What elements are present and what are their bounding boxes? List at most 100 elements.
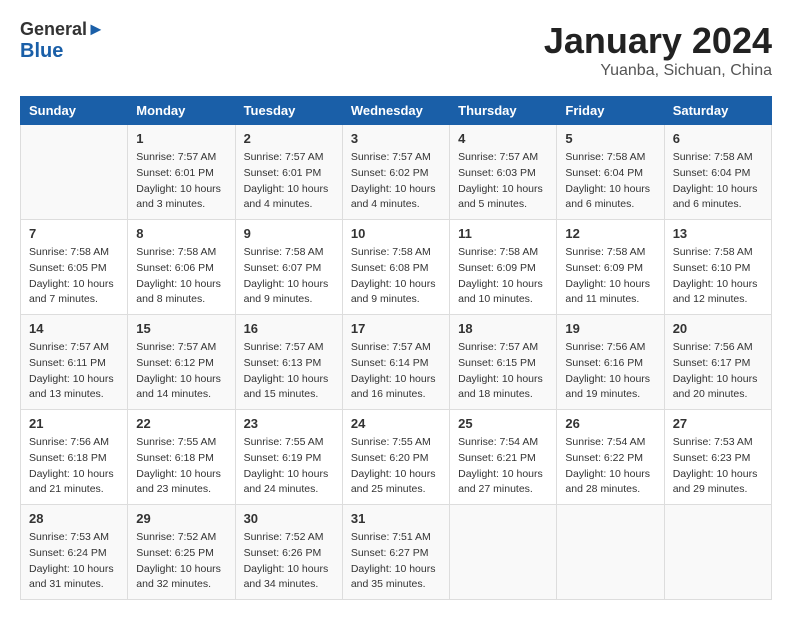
logo-blue: Blue — [20, 40, 105, 62]
day-number: 17 — [351, 321, 441, 336]
col-header-tuesday: Tuesday — [235, 97, 342, 125]
day-number: 26 — [565, 416, 655, 431]
day-cell: 29Sunrise: 7:52 AMSunset: 6:25 PMDayligh… — [128, 505, 235, 600]
day-cell — [664, 505, 771, 600]
day-number: 31 — [351, 511, 441, 526]
day-cell: 1 Sunrise: 7:57 AMSunset: 6:01 PMDaylight… — [128, 125, 235, 220]
day-info: Sunrise: 7:56 AMSunset: 6:18 PMDaylight:… — [29, 435, 119, 498]
day-cell: 9 Sunrise: 7:58 AMSunset: 6:07 PMDaylight… — [235, 220, 342, 315]
location: Yuanba, Sichuan, China — [544, 62, 772, 80]
day-info: Sunrise: 7:55 AMSunset: 6:18 PMDaylight:… — [136, 435, 226, 498]
day-number: 5 — [565, 131, 655, 146]
day-info: Sunrise: 7:58 AMSunset: 6:09 PMDaylight:… — [565, 245, 655, 308]
day-number: 13 — [673, 226, 763, 241]
week-row-1: 1 Sunrise: 7:57 AMSunset: 6:01 PMDaylight… — [21, 125, 772, 220]
day-info: Sunrise: 7:58 AMSunset: 6:04 PMDaylight:… — [565, 150, 655, 213]
day-info: Sunrise: 7:55 AMSunset: 6:19 PMDaylight:… — [244, 435, 334, 498]
day-cell: 14Sunrise: 7:57 AMSunset: 6:11 PMDayligh… — [21, 315, 128, 410]
day-cell: 6Sunrise: 7:58 AMSunset: 6:04 PMDaylight… — [664, 125, 771, 220]
day-cell: 18 Sunrise: 7:57 AMSunset: 6:15 PMDayligh… — [450, 315, 557, 410]
day-info: Sunrise: 7:57 AMSunset: 6:13 PMDaylight:… — [244, 340, 334, 403]
day-info: Sunrise: 7:57 AMSunset: 6:01 PMDaylight:… — [136, 150, 226, 213]
day-number: 4 — [458, 131, 548, 146]
title-area: January 2024 Yuanba, Sichuan, China — [544, 20, 772, 80]
day-number: 6 — [673, 131, 763, 146]
day-cell: 13 Sunrise: 7:58 AMSunset: 6:10 PMDayligh… — [664, 220, 771, 315]
day-cell: 7 Sunrise: 7:58 AMSunset: 6:05 PMDaylight… — [21, 220, 128, 315]
day-cell: 16 Sunrise: 7:57 AMSunset: 6:13 PMDayligh… — [235, 315, 342, 410]
day-number: 28 — [29, 511, 119, 526]
logo-general: General► — [20, 20, 105, 40]
day-cell: 11Sunrise: 7:58 AMSunset: 6:09 PMDayligh… — [450, 220, 557, 315]
day-info: Sunrise: 7:53 AMSunset: 6:23 PMDaylight:… — [673, 435, 763, 498]
day-number: 21 — [29, 416, 119, 431]
day-info: Sunrise: 7:58 AMSunset: 6:06 PMDaylight:… — [136, 245, 226, 308]
logo-icon-shape: ► — [87, 19, 105, 39]
day-info: Sunrise: 7:53 AMSunset: 6:24 PMDaylight:… — [29, 530, 119, 593]
day-info: Sunrise: 7:57 AMSunset: 6:11 PMDaylight:… — [29, 340, 119, 403]
day-info: Sunrise: 7:58 AMSunset: 6:07 PMDaylight:… — [244, 245, 334, 308]
day-cell: 30Sunrise: 7:52 AMSunset: 6:26 PMDayligh… — [235, 505, 342, 600]
day-number: 27 — [673, 416, 763, 431]
day-cell — [557, 505, 664, 600]
day-number: 9 — [244, 226, 334, 241]
day-info: Sunrise: 7:56 AMSunset: 6:16 PMDaylight:… — [565, 340, 655, 403]
day-number: 20 — [673, 321, 763, 336]
day-cell: 5 Sunrise: 7:58 AMSunset: 6:04 PMDaylight… — [557, 125, 664, 220]
day-info: Sunrise: 7:57 AMSunset: 6:12 PMDaylight:… — [136, 340, 226, 403]
day-cell — [21, 125, 128, 220]
day-info: Sunrise: 7:56 AMSunset: 6:17 PMDaylight:… — [673, 340, 763, 403]
day-cell: 8 Sunrise: 7:58 AMSunset: 6:06 PMDaylight… — [128, 220, 235, 315]
day-info: Sunrise: 7:57 AMSunset: 6:15 PMDaylight:… — [458, 340, 548, 403]
day-info: Sunrise: 7:54 AMSunset: 6:21 PMDaylight:… — [458, 435, 548, 498]
day-info: Sunrise: 7:51 AMSunset: 6:27 PMDaylight:… — [351, 530, 441, 593]
day-cell: 21 Sunrise: 7:56 AMSunset: 6:18 PMDayligh… — [21, 410, 128, 505]
week-row-4: 21 Sunrise: 7:56 AMSunset: 6:18 PMDayligh… — [21, 410, 772, 505]
day-cell: 2Sunrise: 7:57 AMSunset: 6:01 PMDaylight… — [235, 125, 342, 220]
day-number: 29 — [136, 511, 226, 526]
day-cell: 26 Sunrise: 7:54 AMSunset: 6:22 PMDayligh… — [557, 410, 664, 505]
day-number: 10 — [351, 226, 441, 241]
day-cell: 25 Sunrise: 7:54 AMSunset: 6:21 PMDayligh… — [450, 410, 557, 505]
col-header-saturday: Saturday — [664, 97, 771, 125]
day-info: Sunrise: 7:55 AMSunset: 6:20 PMDaylight:… — [351, 435, 441, 498]
day-cell: 22 Sunrise: 7:55 AMSunset: 6:18 PMDayligh… — [128, 410, 235, 505]
day-cell: 10Sunrise: 7:58 AMSunset: 6:08 PMDayligh… — [342, 220, 449, 315]
day-number: 11 — [458, 226, 548, 241]
day-cell: 24Sunrise: 7:55 AMSunset: 6:20 PMDayligh… — [342, 410, 449, 505]
day-info: Sunrise: 7:54 AMSunset: 6:22 PMDaylight:… — [565, 435, 655, 498]
day-number: 16 — [244, 321, 334, 336]
day-cell: 27 Sunrise: 7:53 AMSunset: 6:23 PMDayligh… — [664, 410, 771, 505]
day-info: Sunrise: 7:57 AMSunset: 6:01 PMDaylight:… — [244, 150, 334, 213]
day-cell: 3Sunrise: 7:57 AMSunset: 6:02 PMDaylight… — [342, 125, 449, 220]
day-cell: 4Sunrise: 7:57 AMSunset: 6:03 PMDaylight… — [450, 125, 557, 220]
col-header-sunday: Sunday — [21, 97, 128, 125]
col-header-friday: Friday — [557, 97, 664, 125]
day-cell — [450, 505, 557, 600]
day-info: Sunrise: 7:57 AMSunset: 6:14 PMDaylight:… — [351, 340, 441, 403]
day-number: 8 — [136, 226, 226, 241]
day-number: 12 — [565, 226, 655, 241]
day-number: 22 — [136, 416, 226, 431]
day-number: 18 — [458, 321, 548, 336]
day-number: 3 — [351, 131, 441, 146]
day-number: 25 — [458, 416, 548, 431]
day-cell: 20 Sunrise: 7:56 AMSunset: 6:17 PMDayligh… — [664, 315, 771, 410]
day-cell: 15Sunrise: 7:57 AMSunset: 6:12 PMDayligh… — [128, 315, 235, 410]
calendar-table: SundayMondayTuesdayWednesdayThursdayFrid… — [20, 96, 772, 600]
day-info: Sunrise: 7:58 AMSunset: 6:10 PMDaylight:… — [673, 245, 763, 308]
col-header-monday: Monday — [128, 97, 235, 125]
day-number: 1 — [136, 131, 226, 146]
logo: General► Blue — [20, 20, 105, 62]
day-cell: 17 Sunrise: 7:57 AMSunset: 6:14 PMDayligh… — [342, 315, 449, 410]
day-cell: 28 Sunrise: 7:53 AMSunset: 6:24 PMDayligh… — [21, 505, 128, 600]
day-info: Sunrise: 7:58 AMSunset: 6:05 PMDaylight:… — [29, 245, 119, 308]
week-row-3: 14Sunrise: 7:57 AMSunset: 6:11 PMDayligh… — [21, 315, 772, 410]
day-info: Sunrise: 7:52 AMSunset: 6:26 PMDaylight:… — [244, 530, 334, 593]
header-row: SundayMondayTuesdayWednesdayThursdayFrid… — [21, 97, 772, 125]
day-number: 7 — [29, 226, 119, 241]
page-header: General► Blue January 2024 Yuanba, Sichu… — [20, 20, 772, 80]
day-number: 23 — [244, 416, 334, 431]
day-number: 19 — [565, 321, 655, 336]
day-cell: 12 Sunrise: 7:58 AMSunset: 6:09 PMDayligh… — [557, 220, 664, 315]
